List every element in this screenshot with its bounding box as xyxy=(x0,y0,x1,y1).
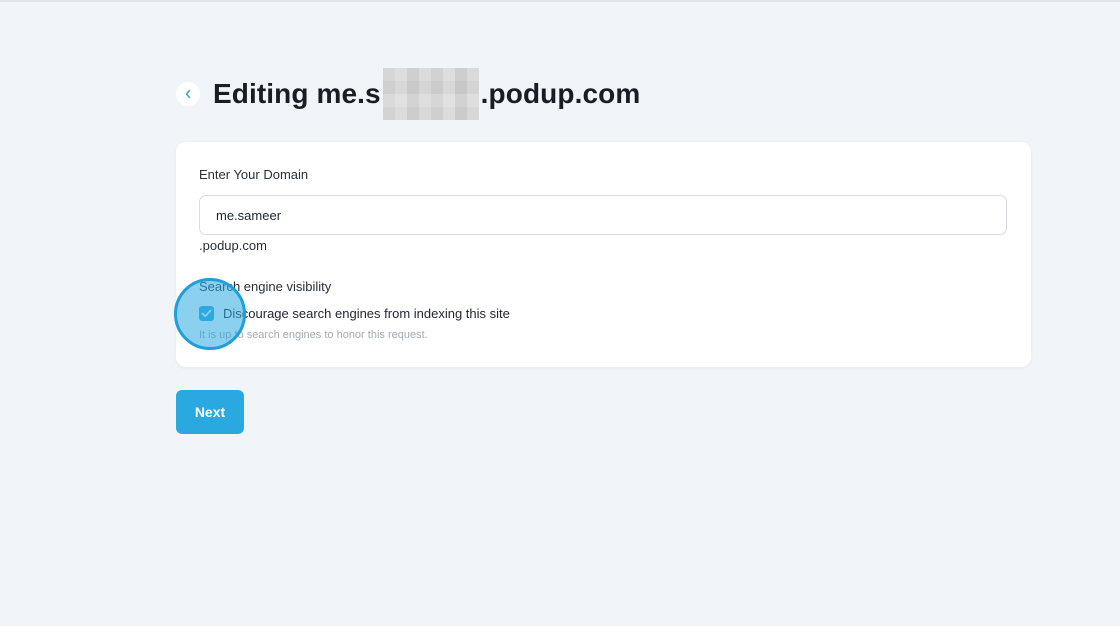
page-header: Editing me.s .podup.com xyxy=(176,68,640,120)
checkmark-icon xyxy=(201,309,212,318)
discourage-indexing-option[interactable]: Discourage search engines from indexing … xyxy=(199,306,510,321)
next-button[interactable]: Next xyxy=(176,390,244,434)
chevron-left-icon xyxy=(184,89,192,99)
domain-field-label: Enter Your Domain xyxy=(199,167,309,182)
indexing-helper-text: It is up to search engines to honor this… xyxy=(199,329,428,341)
domain-input[interactable] xyxy=(199,195,1007,235)
domain-settings-card: Enter Your Domain .podup.com Search engi… xyxy=(176,142,1031,367)
page-title: Editing me.s .podup.com xyxy=(213,68,640,120)
discourage-indexing-label: Discourage search engines from indexing … xyxy=(223,306,510,321)
visibility-section-label: Search engine visibility xyxy=(199,279,332,294)
domain-suffix: .podup.com xyxy=(199,238,267,253)
title-prefix: Editing me.s xyxy=(213,78,381,109)
redacted-domain-block xyxy=(382,68,479,120)
back-button[interactable] xyxy=(176,82,200,106)
discourage-indexing-checkbox[interactable] xyxy=(199,306,214,321)
top-divider xyxy=(0,0,1120,2)
title-suffix: .podup.com xyxy=(480,78,641,109)
